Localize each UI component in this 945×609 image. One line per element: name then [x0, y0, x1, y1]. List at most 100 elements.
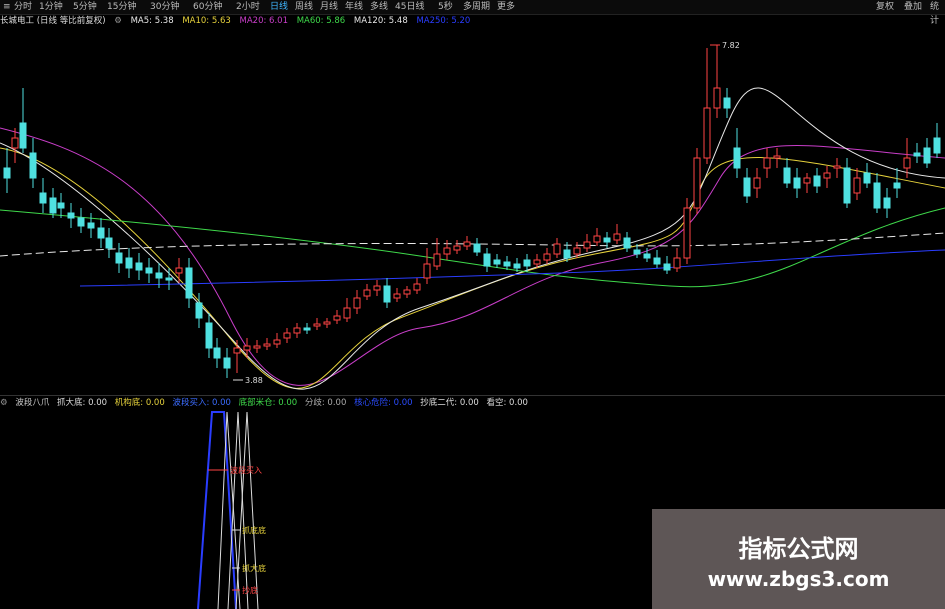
tab-timeframe-12[interactable]: 45日线 — [395, 0, 424, 14]
candle-body — [433, 253, 441, 267]
candle-body — [253, 345, 261, 349]
candle-body — [185, 267, 193, 299]
candle-body — [773, 155, 781, 159]
candle-body — [553, 243, 561, 255]
tab-timeframe-7[interactable]: 日线 — [270, 0, 288, 14]
indicator-name: 波段八爪 — [15, 398, 50, 408]
gear-icon[interactable]: ⚙ — [114, 16, 122, 26]
tab-timeframe-15[interactable]: 更多 — [497, 0, 515, 14]
low-price-label: 3.88 — [245, 376, 263, 385]
watermark-url: www.zbgs3.com — [707, 567, 890, 591]
adjust-button[interactable]: 复权 — [876, 0, 894, 14]
ma60-label: MA60: 5.86 — [296, 16, 346, 26]
candle-body — [693, 157, 701, 209]
candle-body — [673, 257, 681, 269]
ma10-label: MA10: 5.63 — [182, 16, 231, 26]
candle-body — [813, 175, 821, 187]
candle-body — [373, 285, 381, 291]
candle-body — [483, 253, 491, 267]
candle-body — [893, 182, 901, 189]
ma120-dashed-line — [0, 232, 945, 257]
candle-body — [3, 167, 11, 179]
ind-item-5: 核心危险: 0.00 — [354, 398, 413, 408]
candle-body — [623, 237, 631, 249]
candle-body — [753, 177, 761, 189]
candle-body — [125, 257, 133, 269]
tab-timeframe-4[interactable]: 30分钟 — [150, 0, 179, 14]
candle-body — [243, 345, 251, 351]
annotation-grab-big-bottom: 抓大底 — [242, 563, 266, 573]
candle-body — [643, 253, 651, 259]
stats-button[interactable]: 统计 — [930, 0, 945, 28]
tab-timeframe-1[interactable]: 1分钟 — [39, 0, 63, 14]
candle-body — [363, 289, 371, 297]
candle-body — [333, 315, 341, 321]
candle-body — [87, 222, 95, 229]
tab-timeframe-3[interactable]: 15分钟 — [107, 0, 136, 14]
candle-body — [353, 297, 361, 309]
candle-body — [205, 322, 213, 349]
tab-timeframe-5[interactable]: 60分钟 — [193, 0, 222, 14]
ma20-label: MA20: 6.01 — [239, 16, 288, 26]
candle-body — [913, 152, 921, 157]
candle-body — [703, 107, 711, 159]
tab-timeframe-14[interactable]: 多周期 — [463, 0, 490, 14]
tab-timeframe-11[interactable]: 多线 — [370, 0, 388, 14]
candle-body — [403, 289, 411, 295]
candlestick-chart[interactable]: 7.82 3.88 — [0, 28, 945, 395]
candle-body — [563, 249, 571, 259]
menu-icon[interactable]: ≡ — [3, 0, 11, 14]
stock-name: 长城电工 (日线 等比前复权) — [0, 16, 106, 26]
candle-body — [155, 272, 163, 279]
tab-timeframe-0[interactable]: 分时 — [14, 0, 32, 14]
candle-body — [263, 343, 271, 347]
candle-body — [67, 212, 75, 219]
tab-timeframe-9[interactable]: 月线 — [320, 0, 338, 14]
candle-body — [29, 152, 37, 179]
tab-timeframe-2[interactable]: 5分钟 — [73, 0, 97, 14]
tab-timeframe-10[interactable]: 年线 — [345, 0, 363, 14]
ind-item-1: 机构底: 0.00 — [114, 398, 165, 408]
toolbar: ≡ 分时 1分钟 5分钟 15分钟 30分钟 60分钟 2小时 日线 周线 月线 年线 多线 45日线 5… — [0, 0, 945, 26]
candle-body — [733, 147, 741, 169]
candle-body — [303, 327, 311, 331]
candle-body — [39, 192, 47, 204]
ind-item-3: 底部米仓: 0.00 — [238, 398, 298, 408]
candle-body — [473, 243, 481, 253]
candle-body — [713, 87, 721, 109]
candle-body — [423, 263, 431, 279]
candle-body — [653, 257, 661, 265]
candle-body — [833, 165, 841, 169]
tab-timeframe-8[interactable]: 周线 — [295, 0, 313, 14]
ind-item-2: 波段买入: 0.00 — [172, 398, 231, 408]
candle-body — [165, 277, 173, 281]
overlay-button[interactable]: 叠加 — [904, 0, 922, 14]
candle-body — [97, 227, 105, 239]
candle-body — [723, 97, 731, 109]
candle-body — [233, 347, 241, 354]
candle-body — [503, 261, 511, 267]
ind-item-7: 看空: 0.00 — [486, 398, 528, 408]
panel-divider — [0, 395, 945, 396]
annotation-bottom-buy: 抄底 — [242, 585, 258, 595]
watermark: 指标公式网 www.zbgs3.com — [652, 509, 945, 609]
tab-timeframe-13[interactable]: 5秒 — [438, 0, 453, 14]
candle-body — [533, 259, 541, 265]
candle-body — [77, 217, 85, 227]
candle-body — [393, 293, 401, 299]
candle-body — [843, 167, 851, 204]
candle-body — [213, 347, 221, 359]
candle-body — [135, 262, 143, 271]
candle-body — [593, 235, 601, 243]
gear-icon[interactable]: ⚙ — [0, 398, 8, 408]
ma250-label: MA250: 5.20 — [416, 16, 471, 26]
tab-timeframe-6[interactable]: 2小时 — [236, 0, 260, 14]
candle-body — [543, 253, 551, 261]
ma5-label: MA5: 5.38 — [130, 16, 174, 26]
band-buy-line — [197, 411, 237, 609]
candle-body — [823, 172, 831, 179]
candle-body — [783, 167, 791, 184]
candle-body — [493, 259, 501, 265]
candle-body — [933, 137, 941, 154]
candle-body — [683, 207, 691, 259]
